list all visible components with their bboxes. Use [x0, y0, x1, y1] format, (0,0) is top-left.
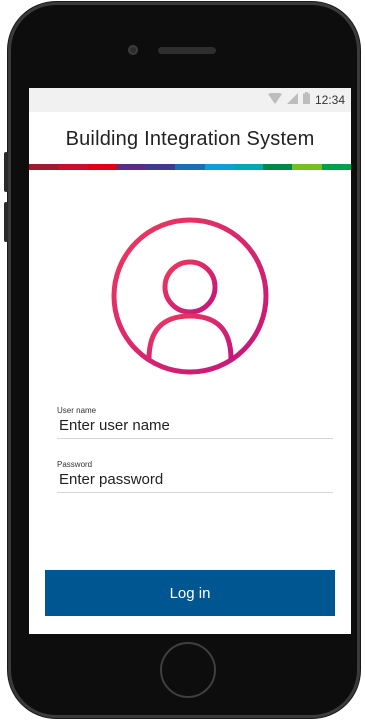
user-profile-icon	[109, 215, 271, 377]
home-button[interactable]	[160, 642, 216, 698]
color-band-segment	[321, 164, 351, 170]
password-input[interactable]	[57, 471, 335, 492]
color-band-segment	[116, 164, 147, 170]
volume-button	[4, 152, 8, 192]
username-label: User name	[57, 406, 97, 415]
battery-icon	[302, 91, 310, 109]
color-band-segment	[263, 164, 293, 170]
color-band-segment	[87, 164, 117, 170]
username-input[interactable]	[57, 417, 335, 438]
earpiece-speaker	[158, 47, 216, 54]
status-bar: 12:34	[29, 88, 351, 112]
color-band-segment	[292, 164, 322, 170]
password-label: Password	[57, 460, 93, 469]
login-button[interactable]: Log in	[45, 570, 335, 616]
status-time: 12:34	[314, 93, 345, 107]
color-band-segment	[146, 164, 176, 170]
volume-button	[4, 202, 8, 242]
wifi-icon	[267, 91, 282, 109]
color-band-segment	[58, 164, 88, 170]
brand-color-band	[29, 164, 351, 170]
phone-screen: 12:34 Building Integration System User n…	[29, 88, 351, 634]
password-field: Password	[57, 460, 335, 493]
username-field: User name	[57, 406, 335, 439]
color-band-segment	[175, 164, 205, 170]
color-band-segment	[29, 164, 59, 170]
app-title: Building Integration System	[65, 128, 315, 150]
color-band-segment	[233, 164, 264, 170]
front-camera	[128, 45, 138, 55]
color-band-segment	[204, 164, 234, 170]
cell-signal-icon	[286, 91, 298, 109]
